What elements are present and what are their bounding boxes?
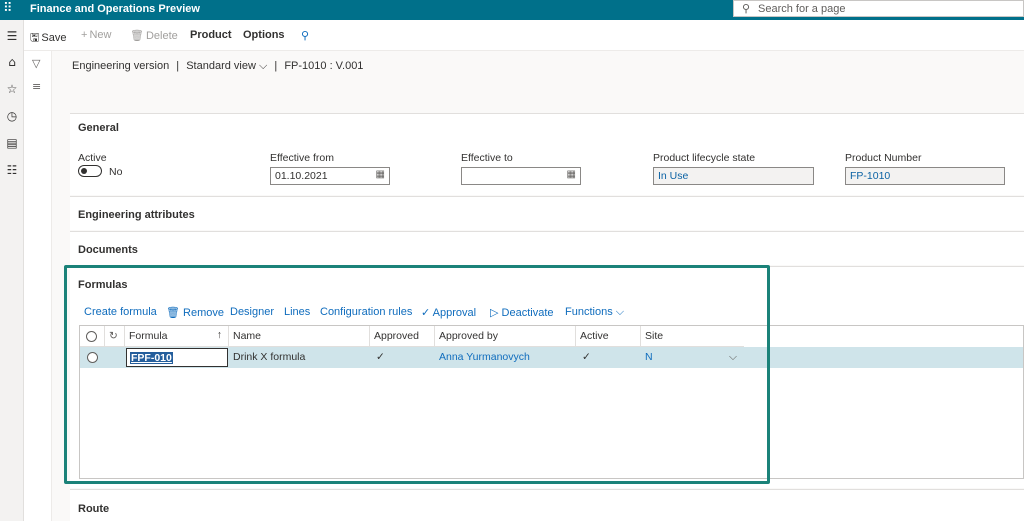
- save-button[interactable]: 🖫 Save: [30, 29, 66, 48]
- breadcrumb: Engineering version | Standard view ⌵ | …: [72, 60, 363, 73]
- save-icon: 🖫: [30, 32, 40, 44]
- product-number-field: Product Number FP-1010: [845, 152, 1005, 185]
- app-launcher-icon[interactable]: ⠿: [3, 2, 17, 16]
- action-bar: 🖫 Save + New 🗑 Delete Product Options ⚲: [24, 20, 1024, 51]
- left-navigation: ☰ ⌂ ☆ ◷ ▤ ☷: [0, 20, 24, 521]
- modules-icon[interactable]: ☷: [3, 161, 21, 179]
- clock-icon[interactable]: ◷: [3, 107, 21, 125]
- general-title[interactable]: General: [78, 122, 119, 134]
- active-value: No: [109, 166, 123, 178]
- top-bar: ⠿ Finance and Operations Preview ⚲ Searc…: [0, 0, 1024, 20]
- product-number-label: Product Number: [845, 152, 922, 164]
- breadcrumb-separator: |: [274, 60, 278, 72]
- active-field: Active No: [78, 152, 198, 178]
- menu-icon[interactable]: ☰: [3, 27, 21, 45]
- breadcrumb-version: Engineering version: [72, 60, 170, 72]
- effective-from-input[interactable]: 01.10.2021 ▦: [270, 167, 390, 185]
- search-icon: ⚲: [742, 3, 751, 15]
- effective-from-field: Effective from 01.10.2021 ▦: [270, 152, 390, 185]
- star-icon[interactable]: ☆: [3, 80, 21, 98]
- documents-title[interactable]: Documents: [78, 244, 138, 256]
- breadcrumb-record: FP-1010 : V.001: [284, 60, 364, 72]
- options-menu[interactable]: Options: [243, 29, 285, 41]
- workspaces-icon[interactable]: ▤: [3, 134, 21, 152]
- route-section[interactable]: Route: [70, 489, 1024, 521]
- formulas-highlight-frame: [64, 265, 770, 484]
- product-menu[interactable]: Product: [190, 29, 232, 41]
- effective-to-field: Effective to ▦: [461, 152, 581, 185]
- search-input[interactable]: ⚲ Search for a page: [733, 0, 1024, 17]
- lifecycle-label: Product lifecycle state: [653, 152, 756, 164]
- calendar-icon[interactable]: ▦: [376, 169, 385, 180]
- filter-icon[interactable]: ▽: [32, 57, 40, 70]
- engineering-attributes-section[interactable]: Engineering attributes: [70, 196, 1024, 230]
- active-toggle[interactable]: [78, 165, 102, 177]
- new-button[interactable]: + New: [81, 29, 111, 41]
- delete-button[interactable]: 🗑 Delete: [130, 29, 178, 42]
- find-icon[interactable]: ⚲: [301, 29, 309, 42]
- effective-to-label: Effective to: [461, 152, 513, 164]
- lifecycle-input[interactable]: In Use: [653, 167, 814, 185]
- route-title[interactable]: Route: [78, 503, 109, 515]
- general-section: General Active No Effective from 01.10.2…: [70, 113, 1024, 195]
- trash-icon: 🗑: [130, 30, 144, 42]
- plus-icon: +: [81, 29, 88, 41]
- search-placeholder: Search for a page: [758, 3, 846, 15]
- lines-icon[interactable]: ≡: [32, 80, 41, 93]
- calendar-icon[interactable]: ▦: [567, 169, 576, 180]
- view-selector[interactable]: Standard view ⌵: [186, 60, 267, 72]
- effective-to-input[interactable]: ▦: [461, 167, 581, 185]
- engineering-attributes-title[interactable]: Engineering attributes: [78, 209, 195, 221]
- active-label: Active: [78, 152, 107, 164]
- breadcrumb-separator: |: [176, 60, 180, 72]
- home-icon[interactable]: ⌂: [3, 53, 21, 71]
- filter-sidebar: ▽ ≡: [24, 51, 52, 521]
- lifecycle-field: Product lifecycle state In Use: [653, 152, 814, 185]
- app-title: Finance and Operations Preview: [30, 3, 200, 15]
- chevron-down-icon: ⌵: [259, 60, 268, 72]
- documents-section[interactable]: Documents: [70, 231, 1024, 265]
- effective-from-label: Effective from: [270, 152, 334, 164]
- product-number-input[interactable]: FP-1010: [845, 167, 1005, 185]
